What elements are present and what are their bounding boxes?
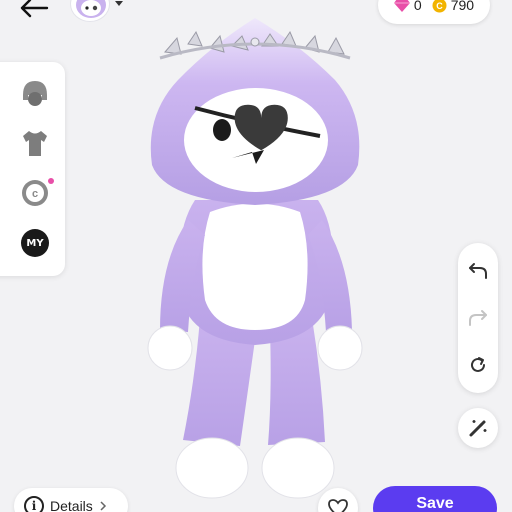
save-button[interactable]: Save — [373, 486, 497, 512]
category-panel: c MY — [0, 62, 65, 276]
my-badge-icon: MY — [21, 229, 49, 257]
magic-wand-button[interactable] — [458, 408, 498, 448]
reset-button[interactable] — [458, 345, 498, 385]
back-button[interactable] — [14, 0, 54, 22]
avatar-character-preview — [147, 18, 363, 499]
category-hair[interactable] — [20, 78, 50, 108]
currency-balance[interactable]: 0 C 790 — [378, 0, 490, 24]
back-arrow-icon — [20, 0, 49, 18]
redo-icon — [469, 310, 487, 326]
undo-icon — [469, 263, 487, 279]
info-icon: i — [24, 496, 44, 512]
gem-count: 0 — [413, 0, 422, 13]
creator-coin-icon: c — [22, 180, 48, 206]
shirt-icon — [23, 131, 47, 156]
avatar-switcher[interactable] — [70, 0, 132, 22]
undo-button[interactable] — [458, 251, 498, 291]
details-button[interactable]: i Details — [14, 488, 128, 512]
chevron-right-icon — [100, 501, 106, 511]
category-clothing[interactable] — [20, 128, 50, 158]
gem-icon — [393, 0, 410, 12]
new-indicator-dot — [48, 178, 54, 184]
hair-icon — [23, 81, 47, 106]
avatar-thumbnail — [70, 0, 110, 22]
avatar-editor-screen: 0 C 790 c MY i Details Save — [0, 0, 512, 512]
coin-count: 790 — [450, 0, 475, 13]
reset-icon — [471, 357, 485, 372]
svg-text:C: C — [436, 1, 443, 11]
redo-button[interactable] — [458, 298, 498, 338]
category-creator[interactable]: c — [20, 178, 54, 208]
history-toolbar — [458, 243, 498, 393]
coin-icon: C — [432, 0, 447, 12]
category-my[interactable]: MY — [20, 228, 50, 258]
details-label: Details — [50, 498, 93, 512]
heart-icon — [328, 499, 348, 512]
magic-wand-icon — [469, 420, 487, 437]
chevron-down-icon — [115, 1, 123, 6]
svg-text:c: c — [32, 188, 38, 200]
